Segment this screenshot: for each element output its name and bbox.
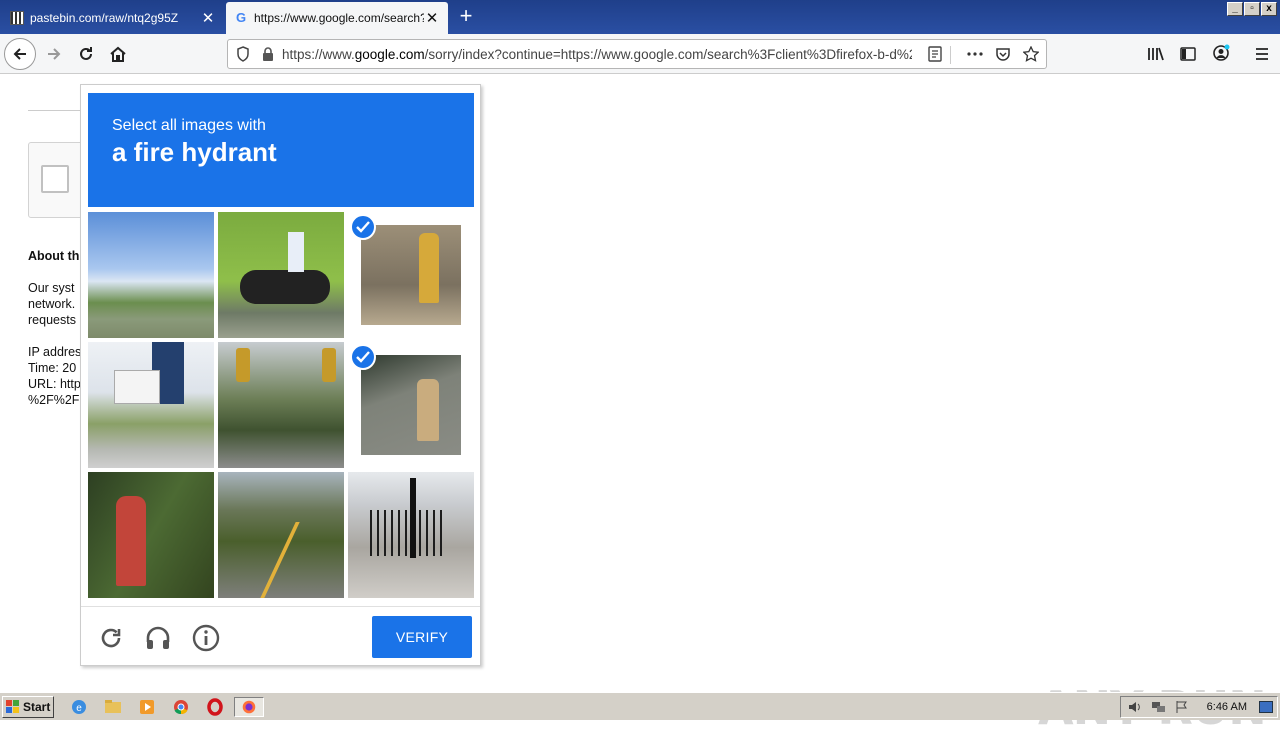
- system-tray: 6:46 AM: [1120, 696, 1278, 718]
- clock: 6:46 AM: [1206, 701, 1247, 713]
- window-controls: _ ▫ x: [1227, 2, 1277, 16]
- firefox-taskbar-button[interactable]: [234, 697, 264, 717]
- forward-button[interactable]: [38, 38, 70, 70]
- url-domain: google.com: [354, 46, 425, 62]
- captcha-tile-traffic-lights[interactable]: [218, 342, 344, 468]
- captcha-tile-red-hydrant[interactable]: [88, 472, 214, 598]
- show-desktop-icon[interactable]: [1259, 701, 1273, 713]
- more-icon[interactable]: [966, 46, 984, 62]
- captcha-prompt: Select all images with: [112, 117, 266, 134]
- library-icon[interactable]: [1147, 46, 1165, 62]
- lock-icon[interactable]: [262, 47, 274, 61]
- tab-title: pastebin.com/raw/ntq2g95Z: [30, 11, 179, 25]
- close-icon[interactable]: ✕: [200, 9, 216, 27]
- close-window-button[interactable]: x: [1261, 2, 1277, 16]
- tab-strip: pastebin.com/raw/ntq2g95Z ✕ G https://ww…: [0, 0, 1280, 34]
- captcha-target-object: a fire hydrant: [112, 137, 277, 167]
- tab-google[interactable]: G https://www.google.com/search?q ✕: [226, 2, 448, 34]
- verify-button[interactable]: VERIFY: [372, 616, 472, 658]
- captcha-challenge: Select all images with a fire hydrant VE…: [80, 84, 481, 666]
- start-label: Start: [23, 700, 51, 714]
- tab-title: https://www.google.com/search?q: [254, 11, 424, 25]
- arrow-right-icon: [48, 48, 61, 60]
- url-separator: [950, 46, 951, 64]
- close-icon[interactable]: ✕: [424, 9, 440, 27]
- volume-icon[interactable]: [1127, 700, 1143, 714]
- home-button[interactable]: [102, 38, 134, 70]
- reader-view-icon[interactable]: [928, 46, 942, 62]
- reload-icon[interactable]: [97, 624, 125, 652]
- checkmark-icon: [350, 344, 376, 370]
- captcha-tile-yellow-hydrant[interactable]: [348, 212, 474, 338]
- url-bar[interactable]: https://www.google.com/sorry/index?conti…: [227, 39, 1047, 69]
- nav-bar: https://www.google.com/sorry/index?conti…: [0, 34, 1280, 74]
- about-heading: About th: [28, 249, 80, 263]
- home-icon: [110, 46, 126, 62]
- windows-logo-icon: [6, 700, 19, 713]
- url-prefix: https://www.: [282, 46, 355, 62]
- back-button[interactable]: [4, 38, 36, 70]
- divider: [28, 110, 88, 111]
- network-icon[interactable]: [1151, 700, 1167, 714]
- captcha-tile-fence-street[interactable]: [348, 472, 474, 598]
- captcha-tile-tan-hydrant[interactable]: [348, 342, 474, 468]
- new-tab-button[interactable]: +: [454, 4, 478, 28]
- info-line: Time: 20: [28, 361, 77, 375]
- captcha-tile-billboard[interactable]: [88, 342, 214, 468]
- pastebin-icon: [10, 11, 24, 25]
- captcha-tile-highway[interactable]: [218, 472, 344, 598]
- info-icon[interactable]: [192, 624, 220, 652]
- minimize-button[interactable]: _: [1227, 2, 1243, 16]
- info-line: IP addres: [28, 345, 80, 359]
- paragraph-line: requests: [28, 313, 76, 327]
- maximize-button[interactable]: ▫: [1244, 2, 1260, 16]
- chrome-icon[interactable]: [170, 697, 192, 717]
- menu-icon[interactable]: [1254, 46, 1270, 62]
- reload-button[interactable]: [70, 38, 102, 70]
- recaptcha-anchor: [28, 142, 88, 218]
- tab-pastebin[interactable]: pastebin.com/raw/ntq2g95Z ✕: [2, 2, 224, 34]
- url-text[interactable]: https://www.google.com/sorry/index?conti…: [282, 47, 912, 62]
- svg-text:e: e: [76, 703, 82, 714]
- taskbar: Start e 6:46 AM: [0, 692, 1280, 720]
- account-icon[interactable]: [1212, 44, 1230, 62]
- captcha-header: Select all images with a fire hydrant: [88, 93, 474, 207]
- info-line: %2F%2F: [28, 393, 80, 407]
- sidebar-icon[interactable]: [1180, 46, 1196, 62]
- audio-icon[interactable]: [144, 624, 172, 652]
- url-path: /sorry/index?continue=https://www.google…: [424, 46, 912, 62]
- opera-icon[interactable]: [204, 697, 226, 717]
- checkmark-icon: [350, 214, 376, 240]
- paragraph-line: Our syst: [28, 281, 75, 295]
- captcha-footer: VERIFY: [81, 606, 480, 665]
- info-line: URL: http: [28, 377, 80, 391]
- recaptcha-checkbox[interactable]: [41, 165, 69, 193]
- ie-icon[interactable]: e: [68, 697, 90, 717]
- media-player-icon[interactable]: [136, 697, 158, 717]
- pocket-icon[interactable]: [995, 46, 1011, 62]
- google-icon: G: [235, 10, 247, 25]
- paragraph-line: network.: [28, 297, 76, 311]
- shield-icon[interactable]: [236, 46, 250, 62]
- captcha-image-grid: [88, 212, 474, 598]
- reload-icon: [80, 47, 92, 60]
- captcha-tile-sky-overpass[interactable]: [88, 212, 214, 338]
- captcha-tile-motorcycle[interactable]: [218, 212, 344, 338]
- arrow-left-icon: [13, 48, 26, 60]
- flag-icon[interactable]: [1175, 700, 1189, 714]
- start-button[interactable]: Start: [2, 696, 54, 718]
- folder-icon[interactable]: [102, 697, 124, 717]
- bookmark-star-icon[interactable]: [1023, 46, 1039, 62]
